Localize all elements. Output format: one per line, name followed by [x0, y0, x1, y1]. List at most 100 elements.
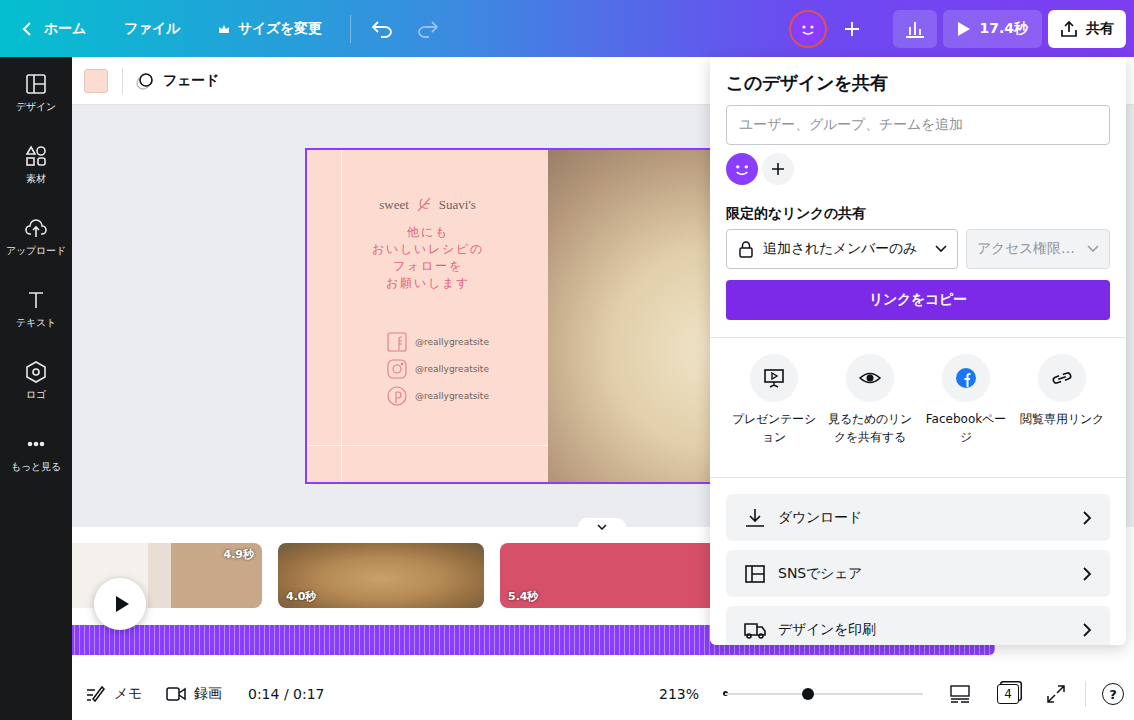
brand-logo[interactable]: sweetSuavi's — [379, 196, 476, 214]
plus-icon — [771, 162, 785, 176]
sidebar-item[interactable]: もっと見る — [0, 417, 72, 489]
option-icon-circle — [942, 354, 990, 402]
record-button[interactable]: 録画 — [166, 685, 222, 703]
facebook-icon — [954, 366, 978, 390]
zoom-value[interactable]: 213% — [659, 686, 699, 702]
text-panel: sweetSuavi's 他にもおいしいレシピのフォローをお願いします @reall… — [307, 150, 548, 482]
divider — [1085, 681, 1086, 707]
share-panel: このデザインを共有ユーザー、グループ、チームを追加限定的なリンクの共有追加された… — [710, 57, 1126, 645]
more-icon — [25, 433, 47, 455]
link-icon — [1050, 366, 1074, 390]
file-menu[interactable]: ファイル — [118, 12, 186, 46]
canva-editor: ホームファイルサイズを変更 17.4秒共有デザイン素材アップロードテキストロゴもっ… — [0, 0, 1134, 720]
fullscreen-button[interactable] — [1043, 681, 1069, 707]
social-row[interactable]: @reallygreatsite — [387, 332, 489, 352]
lock-icon — [737, 240, 755, 258]
play-icon — [957, 21, 971, 37]
share-button[interactable]: 共有 — [1048, 10, 1126, 48]
divider — [122, 68, 123, 94]
share-actions: ダウンロード SNSでシェアデザインを印刷 — [726, 478, 1110, 645]
chevron-down-icon — [935, 245, 947, 253]
add-person-button[interactable] — [762, 153, 794, 185]
chevron-down-icon — [597, 524, 607, 530]
sidebar-item[interactable]: アップロード — [0, 201, 72, 273]
insights-button[interactable] — [893, 10, 937, 48]
sidebar-item[interactable]: ロゴ — [0, 345, 72, 417]
user-avatar-icon[interactable] — [726, 153, 758, 185]
grid-view-button[interactable] — [947, 681, 973, 707]
share-option[interactable]: 閲覧専用リンク — [1014, 354, 1110, 446]
share-action-row[interactable]: ダウンロード — [726, 494, 1110, 541]
collapse-button[interactable] — [578, 518, 626, 536]
sidebar-item[interactable]: テキスト — [0, 273, 72, 345]
sidebar-item[interactable]: 素材 — [0, 129, 72, 201]
playback-time: 0:14 / 0:17 — [248, 686, 325, 702]
timeline-clip[interactable]: 4.0秒 — [278, 543, 484, 608]
invite-input[interactable]: ユーザー、グループ、チームを追加 — [726, 105, 1110, 145]
slider-knob[interactable] — [802, 688, 814, 700]
link-settings: 追加されたメンバーのみアクセス権限… — [726, 229, 1110, 269]
share-options: プレゼンテーション見るためのリンクを共有するFacebookページ閲覧専用リンク — [726, 338, 1110, 460]
design-icon — [25, 73, 47, 95]
present-icon — [762, 366, 786, 390]
play-button[interactable]: 17.4秒 — [943, 10, 1042, 48]
camera-icon — [166, 686, 186, 702]
social-list: @reallygreatsite @reallygreatsite @reallyg… — [387, 332, 489, 406]
chevron-down-icon — [1087, 245, 1099, 253]
upload-icon — [25, 217, 47, 239]
add-member-button[interactable] — [833, 10, 871, 48]
home-button[interactable]: ホーム — [14, 12, 92, 46]
share-option[interactable]: Facebookページ — [918, 354, 1014, 446]
sidebar: デザイン素材アップロードテキストロゴもっと見る — [0, 57, 72, 720]
play-icon — [114, 595, 130, 613]
expand-icon — [1047, 685, 1065, 703]
divider — [710, 337, 1126, 338]
chevron-right-icon — [1082, 622, 1092, 638]
zoom-slider[interactable] — [725, 686, 923, 702]
plus-icon — [844, 21, 860, 37]
smiley-icon — [793, 14, 823, 44]
message-text[interactable]: 他にもおいしいレシピのフォローをお願いします — [372, 224, 484, 292]
slider-track — [725, 693, 923, 695]
social-icon — [744, 564, 766, 584]
social-row[interactable]: @reallygreatsite — [387, 359, 489, 379]
view-icon — [858, 366, 882, 390]
divider — [350, 15, 351, 43]
notes-icon — [86, 685, 106, 703]
copy-link-button[interactable]: リンクをコピー — [726, 280, 1110, 320]
share-action-row[interactable]: デザインを印刷 — [726, 606, 1110, 645]
facebook-icon — [387, 332, 407, 352]
undo-button[interactable] — [363, 10, 401, 48]
upload-icon — [1060, 20, 1078, 38]
share-option[interactable]: 見るためのリンクを共有する — [822, 354, 918, 446]
chevron-right-icon — [1082, 510, 1092, 526]
help-button[interactable]: ? — [1102, 683, 1124, 705]
color-swatch[interactable] — [84, 69, 108, 93]
bar-chart-icon — [905, 20, 925, 38]
fade-button[interactable]: フェード — [135, 71, 219, 91]
grid-view-icon — [950, 685, 970, 703]
social-row[interactable]: @reallygreatsite — [387, 386, 489, 406]
option-icon-circle — [1038, 354, 1086, 402]
access-dropdown[interactable]: 追加されたメンバーのみ — [726, 229, 958, 269]
instagram-icon — [387, 359, 407, 379]
user-avatar[interactable] — [789, 10, 827, 48]
share-action-row[interactable]: SNSでシェア — [726, 550, 1110, 597]
sidebar-item[interactable]: デザイン — [0, 57, 72, 129]
logo-icon — [25, 361, 47, 383]
crown-icon — [218, 24, 230, 34]
link-heading: 限定的なリンクの共有 — [726, 203, 1110, 223]
timeline-play-button[interactable] — [94, 578, 146, 630]
top-actions: 17.4秒共有 — [789, 10, 1126, 48]
permission-dropdown[interactable]: アクセス権限… — [966, 229, 1110, 269]
notes-button[interactable]: メモ — [86, 685, 142, 703]
chevron-right-icon — [1082, 566, 1092, 582]
redo-button[interactable] — [409, 10, 447, 48]
share-option[interactable]: プレゼンテーション — [726, 354, 822, 446]
option-icon-circle — [846, 354, 894, 402]
option-icon-circle — [750, 354, 798, 402]
resize-button[interactable]: サイズを変更 — [212, 12, 328, 46]
elements-icon — [25, 145, 47, 167]
text-icon — [25, 289, 47, 311]
page-count[interactable]: 4 — [997, 684, 1019, 704]
